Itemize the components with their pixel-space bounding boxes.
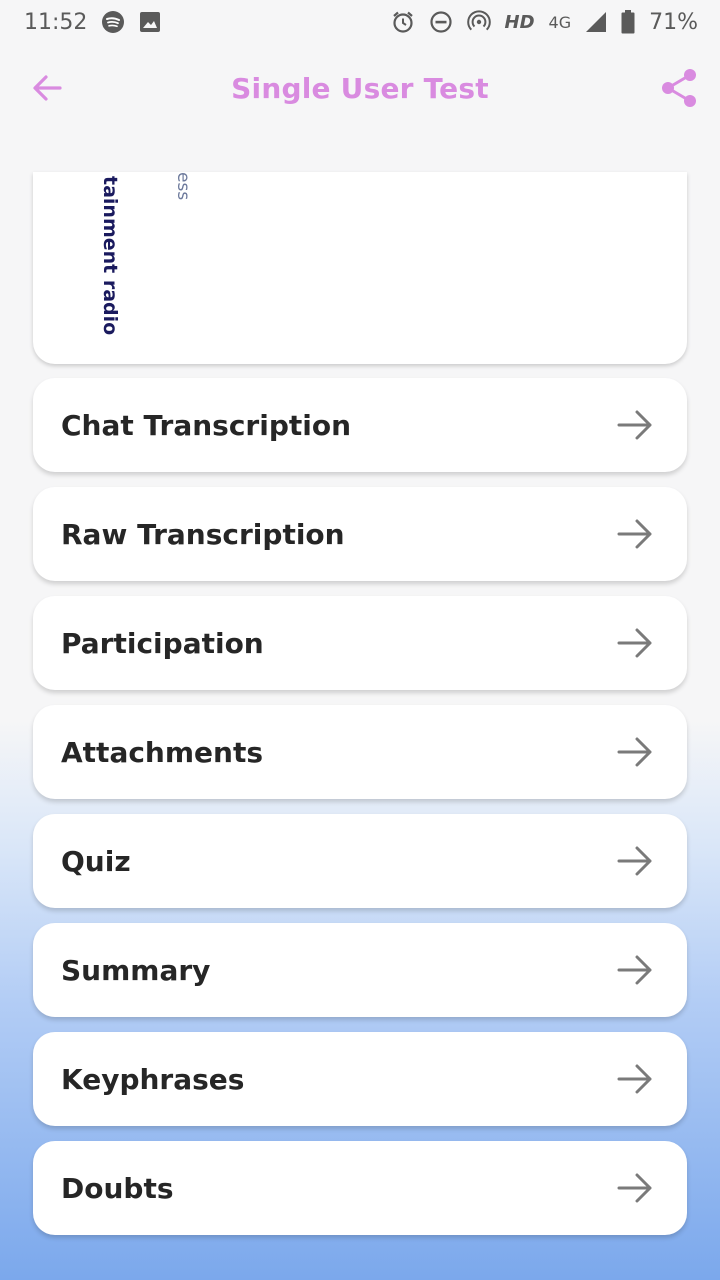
arrow-right-icon — [617, 955, 652, 985]
hd-indicator: HD — [504, 11, 535, 33]
image-icon — [139, 11, 161, 33]
content-card: tainment radio ess — [33, 172, 687, 364]
menu-item-label: Summary — [61, 953, 211, 987]
menu-item-attachments[interactable]: Attachments — [33, 705, 687, 799]
menu-item-quiz[interactable]: Quiz — [33, 814, 687, 908]
menu-item-label: Doubts — [61, 1171, 174, 1205]
menu-item-raw-transcription[interactable]: Raw Transcription — [33, 487, 687, 581]
status-time: 11:52 — [24, 9, 88, 35]
share-icon — [662, 69, 696, 107]
menu-item-label: Chat Transcription — [61, 408, 352, 442]
menu-item-participation[interactable]: Participation — [33, 596, 687, 690]
hotspot-icon — [466, 10, 491, 34]
menu-item-doubts[interactable]: Doubts — [33, 1141, 687, 1235]
arrow-right-icon — [617, 410, 652, 440]
menu-item-keyphrases[interactable]: Keyphrases — [33, 1032, 687, 1126]
page-title: Single User Test — [231, 71, 489, 105]
status-right: HD 4G 71% — [391, 9, 698, 35]
menu-item-label: Keyphrases — [61, 1062, 245, 1096]
alarm-icon — [391, 10, 415, 34]
card-vertical-sublabel: ess — [173, 172, 193, 201]
menu-item-label: Raw Transcription — [61, 517, 345, 551]
arrow-right-icon — [617, 737, 652, 767]
status-left: 11:52 — [24, 10, 161, 35]
menu-item-chat-transcription[interactable]: Chat Transcription — [33, 378, 687, 472]
card-vertical-label: tainment radio — [99, 176, 121, 336]
dnd-icon — [429, 10, 453, 34]
back-button[interactable] — [30, 70, 66, 106]
signal-icon — [585, 11, 607, 33]
battery-percent: 71% — [649, 9, 698, 35]
arrow-right-icon — [617, 1173, 652, 1203]
menu-item-summary[interactable]: Summary — [33, 923, 687, 1017]
network-type: 4G — [548, 12, 572, 32]
app-bar: Single User Test — [0, 44, 720, 132]
status-bar: 11:52 HD 4G 71% — [0, 0, 720, 44]
battery-icon — [621, 10, 635, 34]
arrow-right-icon — [617, 1064, 652, 1094]
share-button[interactable] — [660, 68, 698, 108]
menu-item-label: Quiz — [61, 844, 131, 878]
spotify-icon — [101, 10, 125, 34]
menu-item-label: Attachments — [61, 735, 264, 769]
menu-item-label: Participation — [61, 626, 264, 660]
arrow-right-icon — [617, 846, 652, 876]
arrow-right-icon — [617, 628, 652, 658]
arrow-right-icon — [617, 519, 652, 549]
arrow-left-icon — [33, 75, 62, 101]
